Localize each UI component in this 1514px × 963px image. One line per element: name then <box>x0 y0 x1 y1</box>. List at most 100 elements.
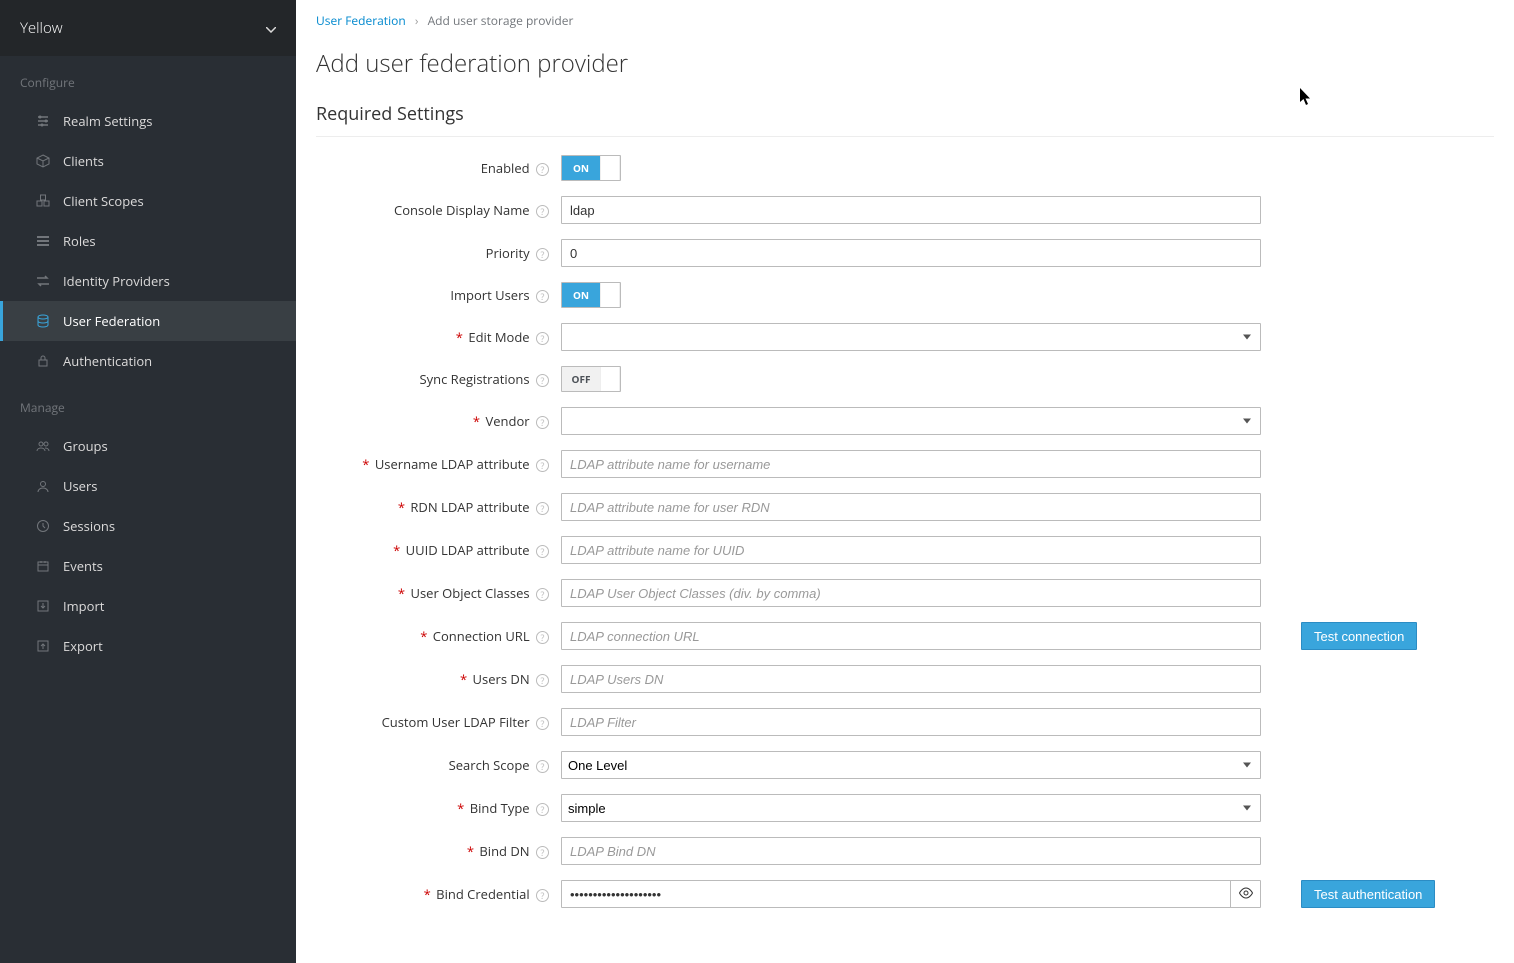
help-icon[interactable]: ? <box>536 248 549 261</box>
realm-name: Yellow <box>20 18 63 38</box>
test-authentication-button[interactable]: Test authentication <box>1301 880 1435 908</box>
label-users-dn: * Users DN ? <box>316 670 561 688</box>
lock-icon <box>35 354 51 368</box>
help-icon[interactable]: ? <box>536 545 549 558</box>
input-connection-url[interactable] <box>561 622 1261 650</box>
help-icon[interactable]: ? <box>536 374 549 387</box>
sidebar-item-user-federation[interactable]: User Federation <box>0 301 296 341</box>
sidebar-item-groups[interactable]: Groups <box>0 426 296 466</box>
label-vendor: * Vendor ? <box>316 412 561 430</box>
sidebar: Yellow Configure Realm Settings Clients … <box>0 0 296 963</box>
input-priority[interactable] <box>561 239 1261 267</box>
users-icon <box>35 439 51 453</box>
exchange-icon <box>35 274 51 288</box>
sidebar-item-label: User Federation <box>63 312 160 330</box>
help-icon[interactable]: ? <box>536 205 549 218</box>
page-title: Add user federation provider <box>316 47 1494 80</box>
label-rdn-ldap: * RDN LDAP attribute ? <box>316 498 561 516</box>
select-edit-mode[interactable] <box>561 323 1261 351</box>
label-bind-type: * Bind Type ? <box>316 799 561 817</box>
select-search-scope[interactable]: One Level <box>561 751 1261 779</box>
help-icon[interactable]: ? <box>536 416 549 429</box>
toggle-import-users[interactable]: ONOFF <box>561 282 621 308</box>
help-icon[interactable]: ? <box>536 290 549 303</box>
help-icon[interactable]: ? <box>536 889 549 902</box>
chevron-down-icon <box>266 19 276 37</box>
input-rdn-ldap[interactable] <box>561 493 1261 521</box>
sidebar-item-label: Users <box>63 477 97 495</box>
user-icon <box>35 479 51 493</box>
chevron-right-icon: › <box>415 12 419 29</box>
select-vendor[interactable] <box>561 407 1261 435</box>
sidebar-item-label: Export <box>63 637 103 655</box>
sidebar-item-label: Authentication <box>63 352 152 370</box>
help-icon[interactable]: ? <box>536 459 549 472</box>
help-icon[interactable]: ? <box>536 760 549 773</box>
help-icon[interactable]: ? <box>536 674 549 687</box>
label-search-scope: Search Scope ? <box>316 756 561 774</box>
breadcrumb-parent[interactable]: User Federation <box>316 12 406 29</box>
help-icon[interactable]: ? <box>536 163 549 176</box>
sidebar-item-roles[interactable]: Roles <box>0 221 296 261</box>
sidebar-item-label: Clients <box>63 152 104 170</box>
input-user-object-classes[interactable] <box>561 579 1261 607</box>
label-connection-url: * Connection URL ? <box>316 627 561 645</box>
sidebar-item-identity-providers[interactable]: Identity Providers <box>0 261 296 301</box>
input-custom-filter[interactable] <box>561 708 1261 736</box>
sidebar-item-clients[interactable]: Clients <box>0 141 296 181</box>
select-bind-type[interactable]: simple <box>561 794 1261 822</box>
sidebar-item-client-scopes[interactable]: Client Scopes <box>0 181 296 221</box>
export-icon <box>35 639 51 653</box>
label-user-object-classes: * User Object Classes ? <box>316 584 561 602</box>
sidebar-item-users[interactable]: Users <box>0 466 296 506</box>
label-bind-credential: * Bind Credential ? <box>316 885 561 903</box>
main-content: User Federation › Add user storage provi… <box>296 0 1514 963</box>
breadcrumb: User Federation › Add user storage provi… <box>316 12 1494 29</box>
input-users-dn[interactable] <box>561 665 1261 693</box>
sidebar-item-label: Roles <box>63 232 96 250</box>
label-priority: Priority ? <box>316 244 561 262</box>
sidebar-item-label: Realm Settings <box>63 112 152 130</box>
sliders-icon <box>35 114 51 128</box>
sidebar-item-label: Import <box>63 597 104 615</box>
calendar-icon <box>35 559 51 573</box>
help-icon[interactable]: ? <box>536 332 549 345</box>
sidebar-item-events[interactable]: Events <box>0 546 296 586</box>
help-icon[interactable]: ? <box>536 631 549 644</box>
eye-icon <box>1238 887 1254 902</box>
show-password-button[interactable] <box>1230 881 1260 907</box>
help-icon[interactable]: ? <box>536 588 549 601</box>
input-bind-credential[interactable] <box>561 880 1261 908</box>
toggle-sync-registrations[interactable]: ONOFF <box>561 366 621 392</box>
input-username-ldap[interactable] <box>561 450 1261 478</box>
input-uuid-ldap[interactable] <box>561 536 1261 564</box>
sidebar-item-realm-settings[interactable]: Realm Settings <box>0 101 296 141</box>
sidebar-item-export[interactable]: Export <box>0 626 296 666</box>
help-icon[interactable]: ? <box>536 846 549 859</box>
sidebar-item-sessions[interactable]: Sessions <box>0 506 296 546</box>
label-edit-mode: * Edit Mode ? <box>316 328 561 346</box>
list-icon <box>35 234 51 248</box>
sidebar-section-configure: Configure <box>0 56 296 101</box>
sidebar-item-label: Groups <box>63 437 108 455</box>
sidebar-item-label: Sessions <box>63 517 115 535</box>
input-bind-dn[interactable] <box>561 837 1261 865</box>
help-icon[interactable]: ? <box>536 803 549 816</box>
toggle-enabled[interactable]: ONOFF <box>561 155 621 181</box>
input-console-display-name[interactable] <box>561 196 1261 224</box>
help-icon[interactable]: ? <box>536 502 549 515</box>
breadcrumb-current: Add user storage provider <box>428 12 574 29</box>
help-icon[interactable]: ? <box>536 717 549 730</box>
label-console-display-name: Console Display Name ? <box>316 201 561 219</box>
sidebar-item-label: Client Scopes <box>63 192 144 210</box>
sidebar-item-authentication[interactable]: Authentication <box>0 341 296 381</box>
cubes-icon <box>35 194 51 208</box>
sidebar-section-manage: Manage <box>0 381 296 426</box>
label-enabled: Enabled ? <box>316 159 561 177</box>
label-sync-registrations: Sync Registrations ? <box>316 370 561 388</box>
sidebar-item-import[interactable]: Import <box>0 586 296 626</box>
test-connection-button[interactable]: Test connection <box>1301 622 1417 650</box>
realm-selector[interactable]: Yellow <box>0 0 296 56</box>
cube-icon <box>35 154 51 168</box>
sidebar-item-label: Identity Providers <box>63 272 170 290</box>
